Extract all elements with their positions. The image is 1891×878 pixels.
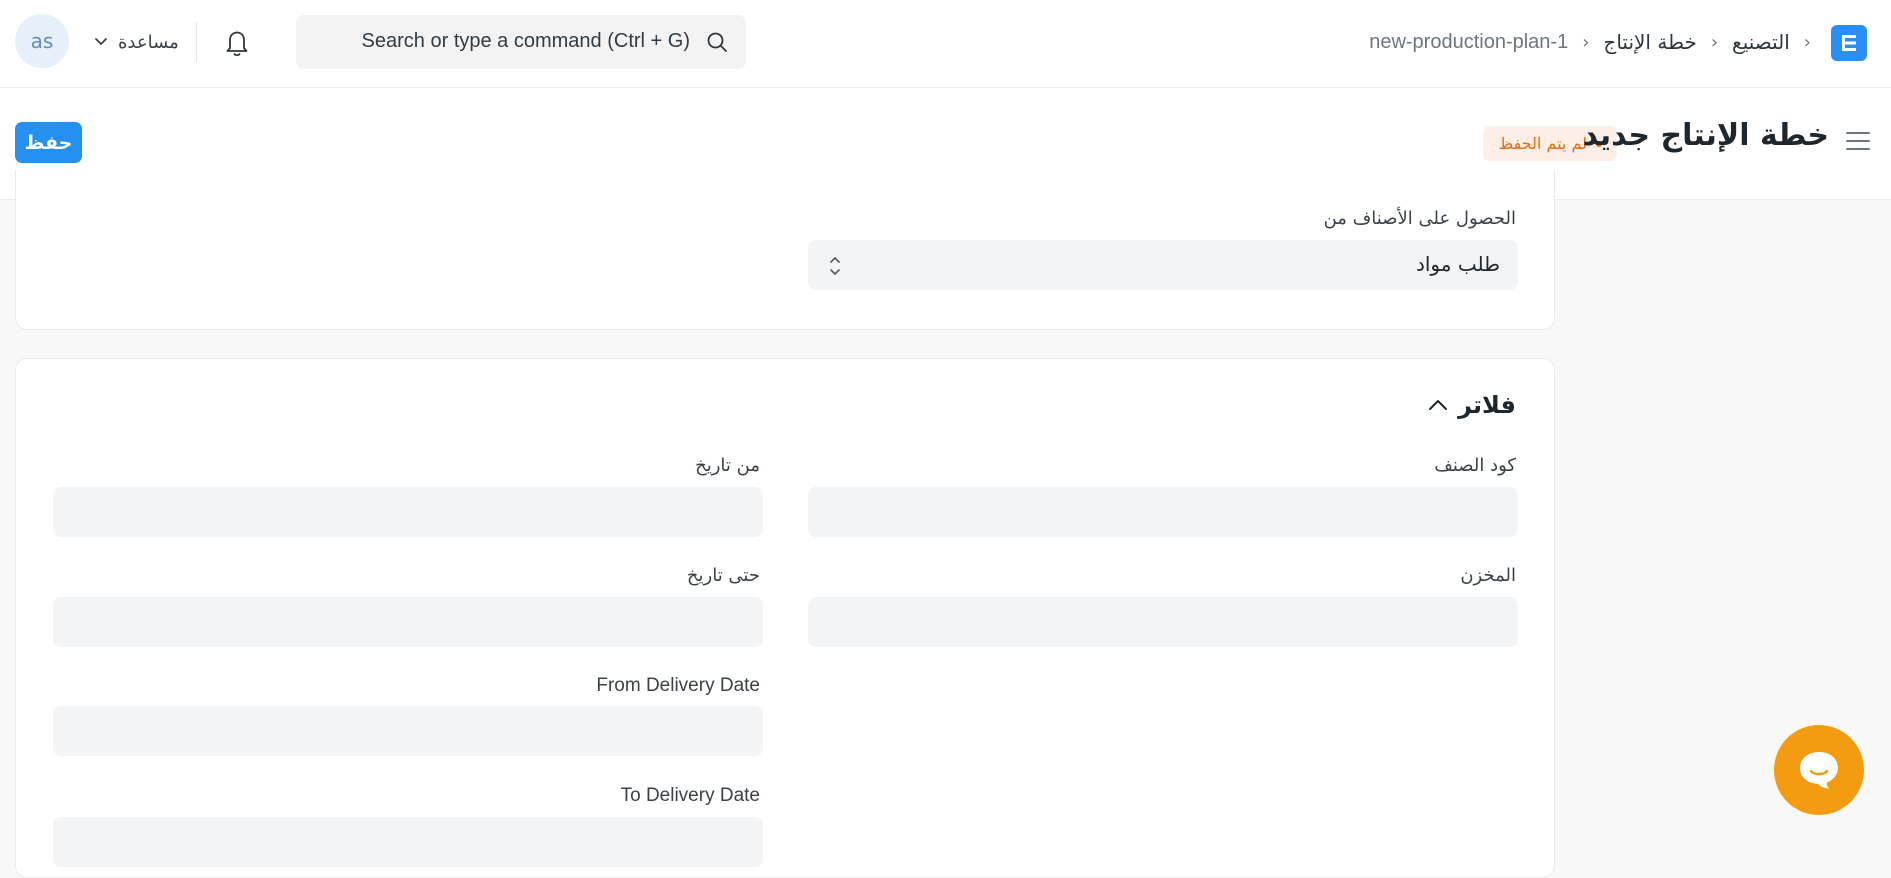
chevron-up-icon[interactable] bbox=[1427, 397, 1449, 413]
warehouse-input[interactable] bbox=[808, 597, 1518, 647]
save-button[interactable]: حفظ bbox=[15, 122, 82, 163]
search-bar[interactable]: Search or type a command (Ctrl + G) bbox=[296, 15, 746, 69]
get-items-from-label: الحصول على الأصناف من bbox=[1323, 208, 1516, 229]
page-title: خطة الإنتاج جديد bbox=[1582, 118, 1830, 153]
help-label: مساعدة bbox=[118, 31, 179, 53]
from-date-label: من تاريخ bbox=[695, 455, 760, 476]
chat-bubble-icon bbox=[1800, 752, 1838, 789]
to-delivery-date-input[interactable] bbox=[53, 817, 763, 867]
item-code-input[interactable] bbox=[808, 487, 1518, 537]
filters-section: فلاتر كود الصنف المخزن من تاريخ حتى تاري… bbox=[15, 358, 1555, 878]
breadcrumb-separator: › bbox=[1582, 31, 1590, 53]
erpnext-logo-icon bbox=[1842, 35, 1856, 51]
from-delivery-date-label: From Delivery Date bbox=[596, 675, 760, 696]
divider bbox=[196, 22, 197, 62]
search-input[interactable]: Search or type a command (Ctrl + G) bbox=[362, 30, 690, 53]
breadcrumb-item-manufacturing[interactable]: التصنيع bbox=[1732, 30, 1790, 54]
breadcrumb-item-production-plan[interactable]: خطة الإنتاج bbox=[1603, 30, 1696, 54]
get-items-section: الحصول على الأصناف من طلب مواد bbox=[15, 170, 1555, 330]
top-navbar: as مساعدة Search or type a command (Ctrl… bbox=[0, 0, 1891, 88]
to-date-input[interactable] bbox=[53, 597, 763, 647]
breadcrumb-item-current: new-production-plan-1 bbox=[1369, 30, 1569, 53]
bell-icon[interactable] bbox=[222, 26, 252, 58]
help-dropdown[interactable]: مساعدة bbox=[94, 26, 179, 58]
select-arrows-icon bbox=[830, 256, 840, 276]
filters-section-title[interactable]: فلاتر bbox=[1458, 391, 1516, 419]
item-code-label: كود الصنف bbox=[1434, 455, 1516, 476]
avatar[interactable]: as bbox=[15, 14, 69, 68]
breadcrumb: › التصنيع › خطة الإنتاج › new-production… bbox=[1369, 24, 1811, 60]
get-items-from-select[interactable]: طلب مواد bbox=[808, 240, 1518, 290]
app-logo[interactable] bbox=[1831, 25, 1867, 61]
get-items-from-value: طلب مواد bbox=[1415, 252, 1500, 276]
search-icon bbox=[707, 32, 727, 52]
to-date-label: حتى تاريخ bbox=[686, 565, 760, 586]
breadcrumb-separator: › bbox=[1710, 31, 1719, 53]
to-delivery-date-label: To Delivery Date bbox=[620, 785, 760, 806]
chevron-down-icon bbox=[95, 38, 107, 46]
from-delivery-date-input[interactable] bbox=[53, 706, 763, 756]
breadcrumb-separator: › bbox=[1803, 31, 1811, 53]
warehouse-label: المخزن bbox=[1460, 565, 1516, 586]
chat-button[interactable] bbox=[1774, 725, 1864, 815]
hamburger-menu-icon[interactable] bbox=[1845, 130, 1871, 152]
status-badge-label: لم يتم الحفظ bbox=[1498, 134, 1587, 153]
from-date-input[interactable] bbox=[53, 487, 763, 537]
